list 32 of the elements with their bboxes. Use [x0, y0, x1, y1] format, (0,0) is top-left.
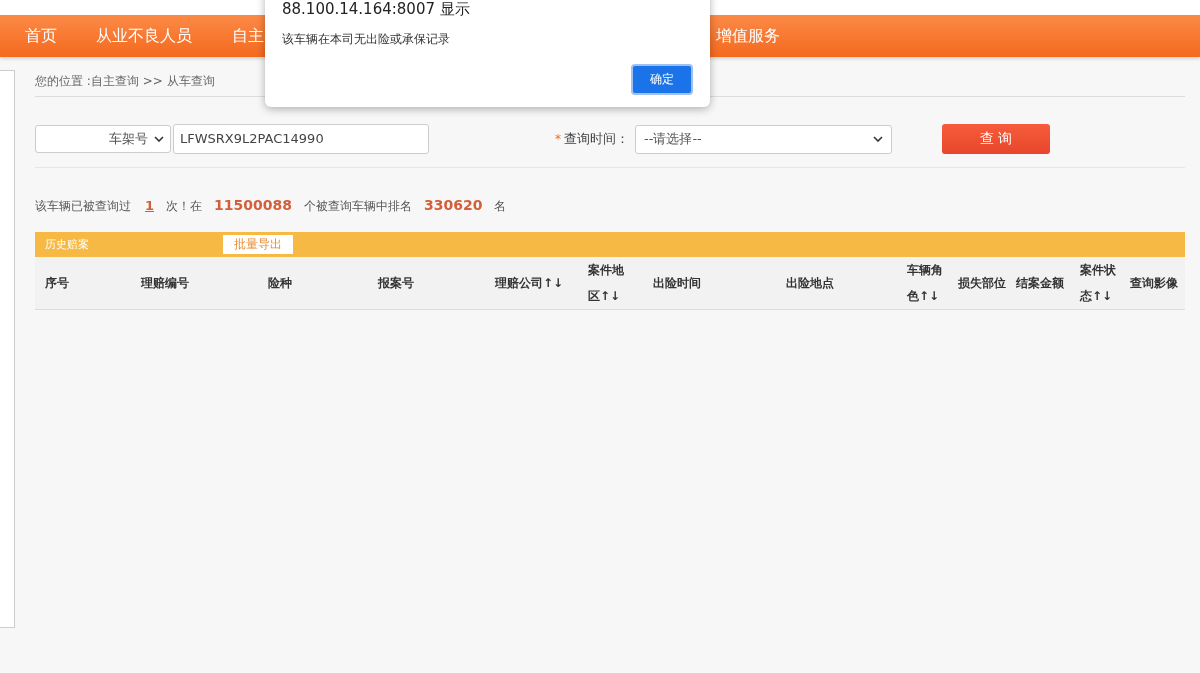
column-header[interactable]: 出险地点	[786, 270, 834, 296]
stats-text: 该车辆已被查询过	[35, 198, 131, 215]
ok-button[interactable]: 确定	[631, 64, 693, 95]
column-header[interactable]: 案件状态↑↓	[1080, 257, 1123, 309]
query-count-link[interactable]: 1	[145, 198, 155, 213]
vin-input-field[interactable]: LFWSRX9L2PAC14990	[173, 124, 429, 154]
column-header[interactable]: 理赔编号	[141, 270, 189, 296]
query-time-select[interactable]: --请选择--	[635, 124, 892, 154]
stats-text: 个被查询车辆中排名	[304, 198, 412, 215]
column-header[interactable]: 报案号	[378, 270, 414, 296]
column-header[interactable]: 序号	[45, 270, 69, 296]
column-header[interactable]: 出险时间	[653, 270, 701, 296]
section-title: 历史赔案	[45, 237, 90, 252]
total-count: 11500088	[214, 197, 292, 213]
column-header[interactable]: 查询影像	[1130, 270, 1178, 296]
query-button[interactable]: 查 询	[942, 124, 1050, 154]
column-header[interactable]: 损失部位	[958, 270, 1006, 296]
query-time-label: 查询时间：	[564, 130, 629, 148]
dialog-title: 88.100.14.164:8007 显示	[282, 0, 471, 19]
dialog-message: 该车辆在本司无出险或承保记录	[282, 31, 451, 48]
column-header[interactable]: 车辆角色↑↓	[907, 257, 953, 309]
rank-number: 330620	[424, 197, 483, 213]
chevron-down-icon	[154, 136, 164, 142]
column-header[interactable]: 险种	[268, 270, 292, 296]
required-mark: *	[555, 132, 561, 146]
column-header[interactable]: 案件地区↑↓	[588, 257, 630, 309]
stats-text: 名	[494, 198, 507, 215]
id-type-select[interactable]: 车架号	[35, 125, 171, 153]
chevron-down-icon	[873, 136, 883, 142]
column-header[interactable]: 结案金额	[1016, 270, 1064, 296]
column-header[interactable]: 理赔公司↑↓	[495, 270, 564, 296]
stats-text: 次！在	[166, 198, 203, 215]
